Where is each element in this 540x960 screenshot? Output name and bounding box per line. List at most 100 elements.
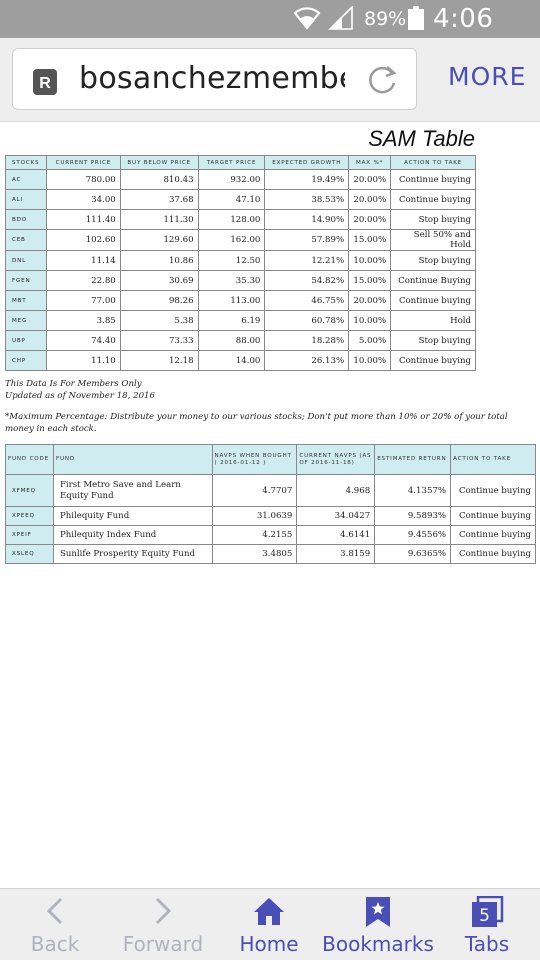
forward-arrow-icon	[155, 897, 172, 925]
table-cell: 35.30	[197, 270, 266, 291]
bottom-navigation: Back Forward Home Bookmarks 5 Tabs	[0, 888, 540, 960]
reload-icon[interactable]	[365, 63, 399, 97]
table-cell: 111.30	[119, 209, 199, 230]
table-cell: 3.4805	[211, 544, 298, 564]
table-cell: Continue buying	[390, 189, 476, 210]
table-cell: 31.0639	[211, 506, 298, 526]
stock-row: UBP 74.40 73.33 88.00 18.28% 5.00% Stop buying	[5, 330, 476, 351]
tabs-button[interactable]: 5 Tabs	[456, 889, 518, 960]
table-cell: 11.10	[45, 350, 121, 371]
table-cell: 932.00	[197, 169, 266, 190]
code-cell: DNL	[5, 250, 47, 271]
tabs-count: 5	[479, 906, 490, 926]
table-cell: Stop buying	[390, 209, 476, 230]
bookmarks-button[interactable]: Bookmarks	[320, 889, 436, 960]
column-header: FUND CODE	[5, 444, 54, 475]
table-cell: Philequity Fund	[52, 506, 213, 526]
table-cell: 128.00	[197, 209, 266, 230]
bookmark-icon	[366, 897, 390, 927]
code-cell: AC	[5, 169, 47, 190]
home-icon	[254, 898, 284, 925]
table-cell: Continue buying	[390, 169, 476, 190]
table-cell: 20.00%	[348, 290, 392, 311]
table-cell: Stop buying	[390, 330, 476, 351]
stock-row: AC 780.00 810.43 932.00 19.49% 20.00% Continue…	[5, 169, 476, 190]
column-header: STOCKS	[5, 155, 47, 170]
battery-percent: 89%	[364, 8, 407, 30]
table-cell: 5.00%	[348, 330, 392, 351]
column-header: TARGET PRICE	[197, 155, 266, 170]
code-cell: MBT	[5, 290, 47, 311]
column-header: ACTION TO TAKE	[450, 444, 536, 475]
column-header: EXPECTED GROWTH	[264, 155, 350, 170]
fund-row: XPEIF Philequity Index Fund 4.2155 4.6141 9.…	[5, 525, 536, 545]
table-cell: 810.43	[119, 169, 199, 190]
table-cell: Hold	[390, 310, 476, 331]
tabs-icon: 5	[472, 896, 504, 927]
table-cell: Continue buying	[450, 474, 536, 507]
table-cell: 34.0427	[296, 506, 376, 526]
forward-button[interactable]: Forward	[112, 889, 214, 960]
table-cell: 12.18	[119, 350, 199, 371]
table-cell: 5.38	[119, 310, 199, 331]
stock-row: BDO 111.40 111.30 128.00 14.90% 20.00% Stop bu…	[5, 209, 476, 230]
table-cell: 780.00	[45, 169, 121, 190]
table-cell: 18.28%	[264, 330, 350, 351]
table-cell: 74.40	[45, 330, 121, 351]
table-cell: 12.21%	[264, 250, 350, 271]
table-cell: 15.00%	[348, 229, 392, 251]
table-cell: 47.10	[197, 189, 266, 210]
table-cell: 4.968	[296, 474, 376, 507]
table-cell: 22.80	[45, 270, 121, 291]
table-cell: 10.86	[119, 250, 199, 271]
code-cell: XPEEQ	[5, 506, 54, 526]
web-content: SAM Table STOCKS CURRENT PRICE BUY BELOW P…	[0, 122, 540, 888]
back-arrow-icon	[46, 897, 63, 925]
table-cell: 20.00%	[348, 209, 392, 230]
table-cell: 10.00%	[348, 250, 392, 271]
page-title: SAM Table	[368, 126, 475, 151]
column-header: CURRENT NAVPS (AS OF 2016-11-18)	[296, 444, 376, 475]
stock-row: FGEN 22.80 30.69 35.30 54.82% 15.00% Continue …	[5, 270, 476, 291]
table-cell: Philequity Index Fund	[52, 525, 213, 545]
wifi-icon	[293, 7, 321, 30]
stock-row: MEG 3.85 5.38 6.19 60.78% 10.00% Hold	[5, 310, 476, 331]
back-label: Back	[30, 932, 80, 956]
code-cell: XFMEQ	[5, 474, 54, 507]
address-bar[interactable]: R bosanchezmembe	[12, 48, 417, 110]
table-cell: Continue buying	[390, 290, 476, 311]
code-cell: UBP	[5, 330, 47, 351]
table-cell: 3.85	[45, 310, 121, 331]
table-cell: 57.89%	[264, 229, 350, 251]
table-cell: 73.33	[119, 330, 199, 351]
table-cell: 4.7707	[211, 474, 298, 507]
stock-row: CHP 11.10 12.18 14.00 26.13% 10.00% Continue b…	[5, 350, 476, 371]
table-cell: 4.2155	[211, 525, 298, 545]
table-cell: 111.40	[45, 209, 121, 230]
max-percentage-note: *Maximum Percentage: Distribute your mon…	[5, 412, 508, 434]
stock-row: MBT 77.00 98.26 113.00 46.75% 20.00% Continue …	[5, 290, 476, 311]
home-label: Home	[239, 932, 299, 956]
table-cell: 10.00%	[348, 350, 392, 371]
battery-icon	[408, 6, 424, 30]
column-header: BUY BELOW PRICE	[119, 155, 199, 170]
table-cell: 15.00%	[348, 270, 392, 291]
column-header: ESTIMATED RETURN	[374, 444, 452, 475]
home-button[interactable]: Home	[232, 889, 306, 960]
table-cell: 9.6365%	[374, 544, 452, 564]
fund-row: XFMEQ First Metro Save and Learn Equity F…	[5, 474, 536, 507]
table-cell: First Metro Save and Learn Equity Fund	[52, 474, 213, 507]
table-cell: Continue buying	[450, 544, 536, 564]
url-text[interactable]: bosanchezmembe	[79, 61, 345, 96]
code-cell: FGEN	[5, 270, 47, 291]
site-icon: R	[33, 69, 57, 95]
table-cell: Sunlife Prosperity Equity Fund	[52, 544, 213, 564]
column-header: FUND	[52, 444, 213, 475]
back-button[interactable]: Back	[14, 889, 96, 960]
code-cell: MEG	[5, 310, 47, 331]
table-cell: 20.00%	[348, 189, 392, 210]
table-cell: 14.90%	[264, 209, 350, 230]
members-note: This Data Is For Members Only	[5, 379, 142, 389]
more-button[interactable]: MORE	[448, 62, 526, 91]
signal-icon	[328, 6, 353, 30]
